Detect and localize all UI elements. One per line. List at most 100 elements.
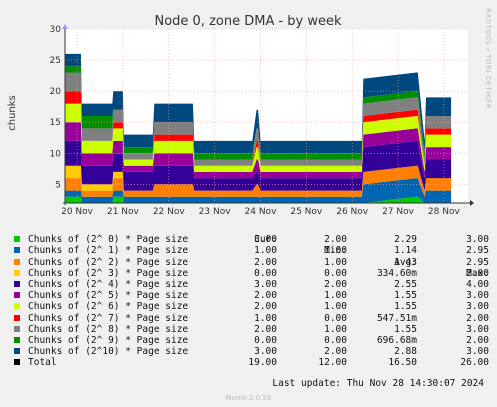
y-tick-label: 5 xyxy=(55,180,61,190)
x-tick-label: 21 Nov xyxy=(107,207,140,217)
x-tick-label: 20 Nov xyxy=(61,207,94,217)
x-tick-label: 28 Nov xyxy=(428,207,461,217)
legend-label: Chunks of (2^ 3) * Page size xyxy=(28,267,189,279)
legend-cur: 3.00 xyxy=(254,278,277,290)
legend-min: 1.00 xyxy=(324,256,347,268)
legend-swatch xyxy=(14,280,20,287)
legend-label: Chunks of (2^ 1) * Page size xyxy=(28,245,189,257)
legend-avg: 2.55 xyxy=(394,278,417,290)
legend-min: 2.00 xyxy=(324,346,347,358)
legend-cur: 2.00 xyxy=(254,301,277,313)
legend-min: 1.00 xyxy=(324,290,347,302)
legend-swatch xyxy=(14,292,20,299)
legend-max: 2.95 xyxy=(466,256,489,268)
legend-row: Chunks of (2^ 9) * Page size 0.00 0.00 696.… xyxy=(11,335,491,346)
legend-row: Chunks of (2^ 4) * Page size 3.00 2.00 2.55… xyxy=(11,279,491,290)
rrdtool-credit: RRDTOOL / TOBI OETIKER xyxy=(484,8,492,109)
x-tick-label: 24 Nov xyxy=(245,207,278,217)
legend-header: Cur: Min: Avg: Max: xyxy=(11,223,491,279)
legend-max: 3.00 xyxy=(466,323,489,335)
legend-max: 26.00 xyxy=(460,357,489,369)
legend-swatch xyxy=(14,258,20,265)
legend-cur: 0.00 xyxy=(254,334,277,346)
legend-cur: 1.00 xyxy=(254,245,277,257)
legend-label: Total xyxy=(28,357,57,369)
legend-min: 1.00 xyxy=(324,323,347,335)
legend-max: 3.00 xyxy=(466,290,489,302)
legend-avg: 334.60m xyxy=(376,267,417,279)
legend-max: 3.00 xyxy=(466,301,489,313)
chart-title: Node 0, zone DMA - by week xyxy=(154,14,342,29)
legend-avg: 1.55 xyxy=(394,301,417,313)
legend-min: 0.00 xyxy=(324,334,347,346)
legend-label: Chunks of (2^ 9) * Page size xyxy=(28,334,189,346)
legend-cur: 2.00 xyxy=(254,290,277,302)
legend-min: 2.00 xyxy=(324,234,347,246)
legend-min: 12.00 xyxy=(318,357,347,369)
legend-avg: 696.68m xyxy=(376,334,417,346)
legend-label: Chunks of (2^ 2) * Page size xyxy=(28,256,189,268)
legend-cur: 3.00 xyxy=(254,234,277,246)
y-tick-label: 15 xyxy=(50,118,61,128)
legend-max: 2.00 xyxy=(466,334,489,346)
legend-avg: 1.55 xyxy=(394,323,417,335)
y-tick-label: 25 xyxy=(50,56,61,66)
legend-avg: 1.43 xyxy=(394,256,417,268)
x-tick-label: 23 Nov xyxy=(199,207,232,217)
last-update: Last update: Thu Nov 28 14:30:07 2024 xyxy=(272,378,484,389)
legend-row: Chunks of (2^ 5) * Page size 2.00 1.00 1.55… xyxy=(11,290,491,301)
legend-swatch xyxy=(14,348,20,355)
x-tick-label: 25 Nov xyxy=(290,207,323,217)
y-tick-label: 10 xyxy=(50,149,62,159)
legend-min: 2.00 xyxy=(324,278,347,290)
legend-label: Chunks of (2^ 8) * Page size xyxy=(28,323,189,335)
x-tick-label: 22 Nov xyxy=(153,207,186,217)
legend-row: Total 19.00 12.00 16.50 26.00 xyxy=(11,357,491,368)
munin-version: Munin 2.0.56 xyxy=(225,394,272,402)
legend-max: 4.00 xyxy=(466,278,489,290)
legend-swatch xyxy=(14,269,20,276)
legend-swatch xyxy=(14,336,20,343)
legend-cur: 2.00 xyxy=(254,256,277,268)
legend-max: 3.00 xyxy=(466,234,489,246)
legend: Cur: Min: Avg: Max: Chunks of (2^ 0) * P… xyxy=(11,223,491,368)
legend-min: 0.00 xyxy=(324,312,347,324)
legend-row: Chunks of (2^ 7) * Page size 1.00 0.00 547.… xyxy=(11,313,491,324)
legend-row: Chunks of (2^ 2) * Page size 2.00 1.00 1.43… xyxy=(11,257,491,268)
legend-cur: 0.00 xyxy=(254,267,277,279)
legend-row: Chunks of (2^10) * Page size 3.00 2.00 2.88… xyxy=(11,346,491,357)
legend-avg: 1.55 xyxy=(394,290,417,302)
legend-swatch xyxy=(14,303,20,310)
legend-label: Chunks of (2^ 5) * Page size xyxy=(28,290,189,302)
legend-swatch xyxy=(14,359,20,366)
legend-avg: 16.50 xyxy=(388,357,417,369)
legend-max: 2.00 xyxy=(466,312,489,324)
legend-row: Chunks of (2^ 8) * Page size 2.00 1.00 1.55… xyxy=(11,324,491,335)
legend-avg: 2.29 xyxy=(394,234,417,246)
legend-avg: 1.14 xyxy=(394,245,417,257)
legend-row: Chunks of (2^ 1) * Page size 1.00 1.00 1.14… xyxy=(11,245,491,256)
x-tick-label: 27 Nov xyxy=(382,207,415,217)
legend-min: 0.00 xyxy=(324,267,347,279)
legend-swatch xyxy=(14,247,20,254)
y-axis-label: chunks xyxy=(7,95,18,131)
legend-row: Chunks of (2^ 0) * Page size 3.00 2.00 2.29… xyxy=(11,234,491,245)
legend-max: 3.00 xyxy=(466,346,489,358)
legend-label: Chunks of (2^ 6) * Page size xyxy=(28,301,189,313)
legend-swatch xyxy=(14,236,20,243)
legend-label: Chunks of (2^ 7) * Page size xyxy=(28,312,189,324)
legend-min: 1.00 xyxy=(324,301,347,313)
legend-label: Chunks of (2^ 4) * Page size xyxy=(28,278,189,290)
legend-avg: 547.51m xyxy=(376,312,417,324)
y-tick-label: 30 xyxy=(50,25,62,35)
legend-swatch xyxy=(14,314,20,321)
legend-cur: 3.00 xyxy=(254,346,277,358)
legend-swatch xyxy=(14,325,20,332)
x-tick-label: 26 Nov xyxy=(336,207,369,217)
legend-label: Chunks of (2^10) * Page size xyxy=(28,346,189,358)
legend-max: 2.95 xyxy=(466,245,489,257)
y-tick-label: 20 xyxy=(50,87,62,97)
legend-cur: 19.00 xyxy=(248,357,277,369)
legend-cur: 2.00 xyxy=(254,323,277,335)
legend-label: Chunks of (2^ 0) * Page size xyxy=(28,234,189,246)
